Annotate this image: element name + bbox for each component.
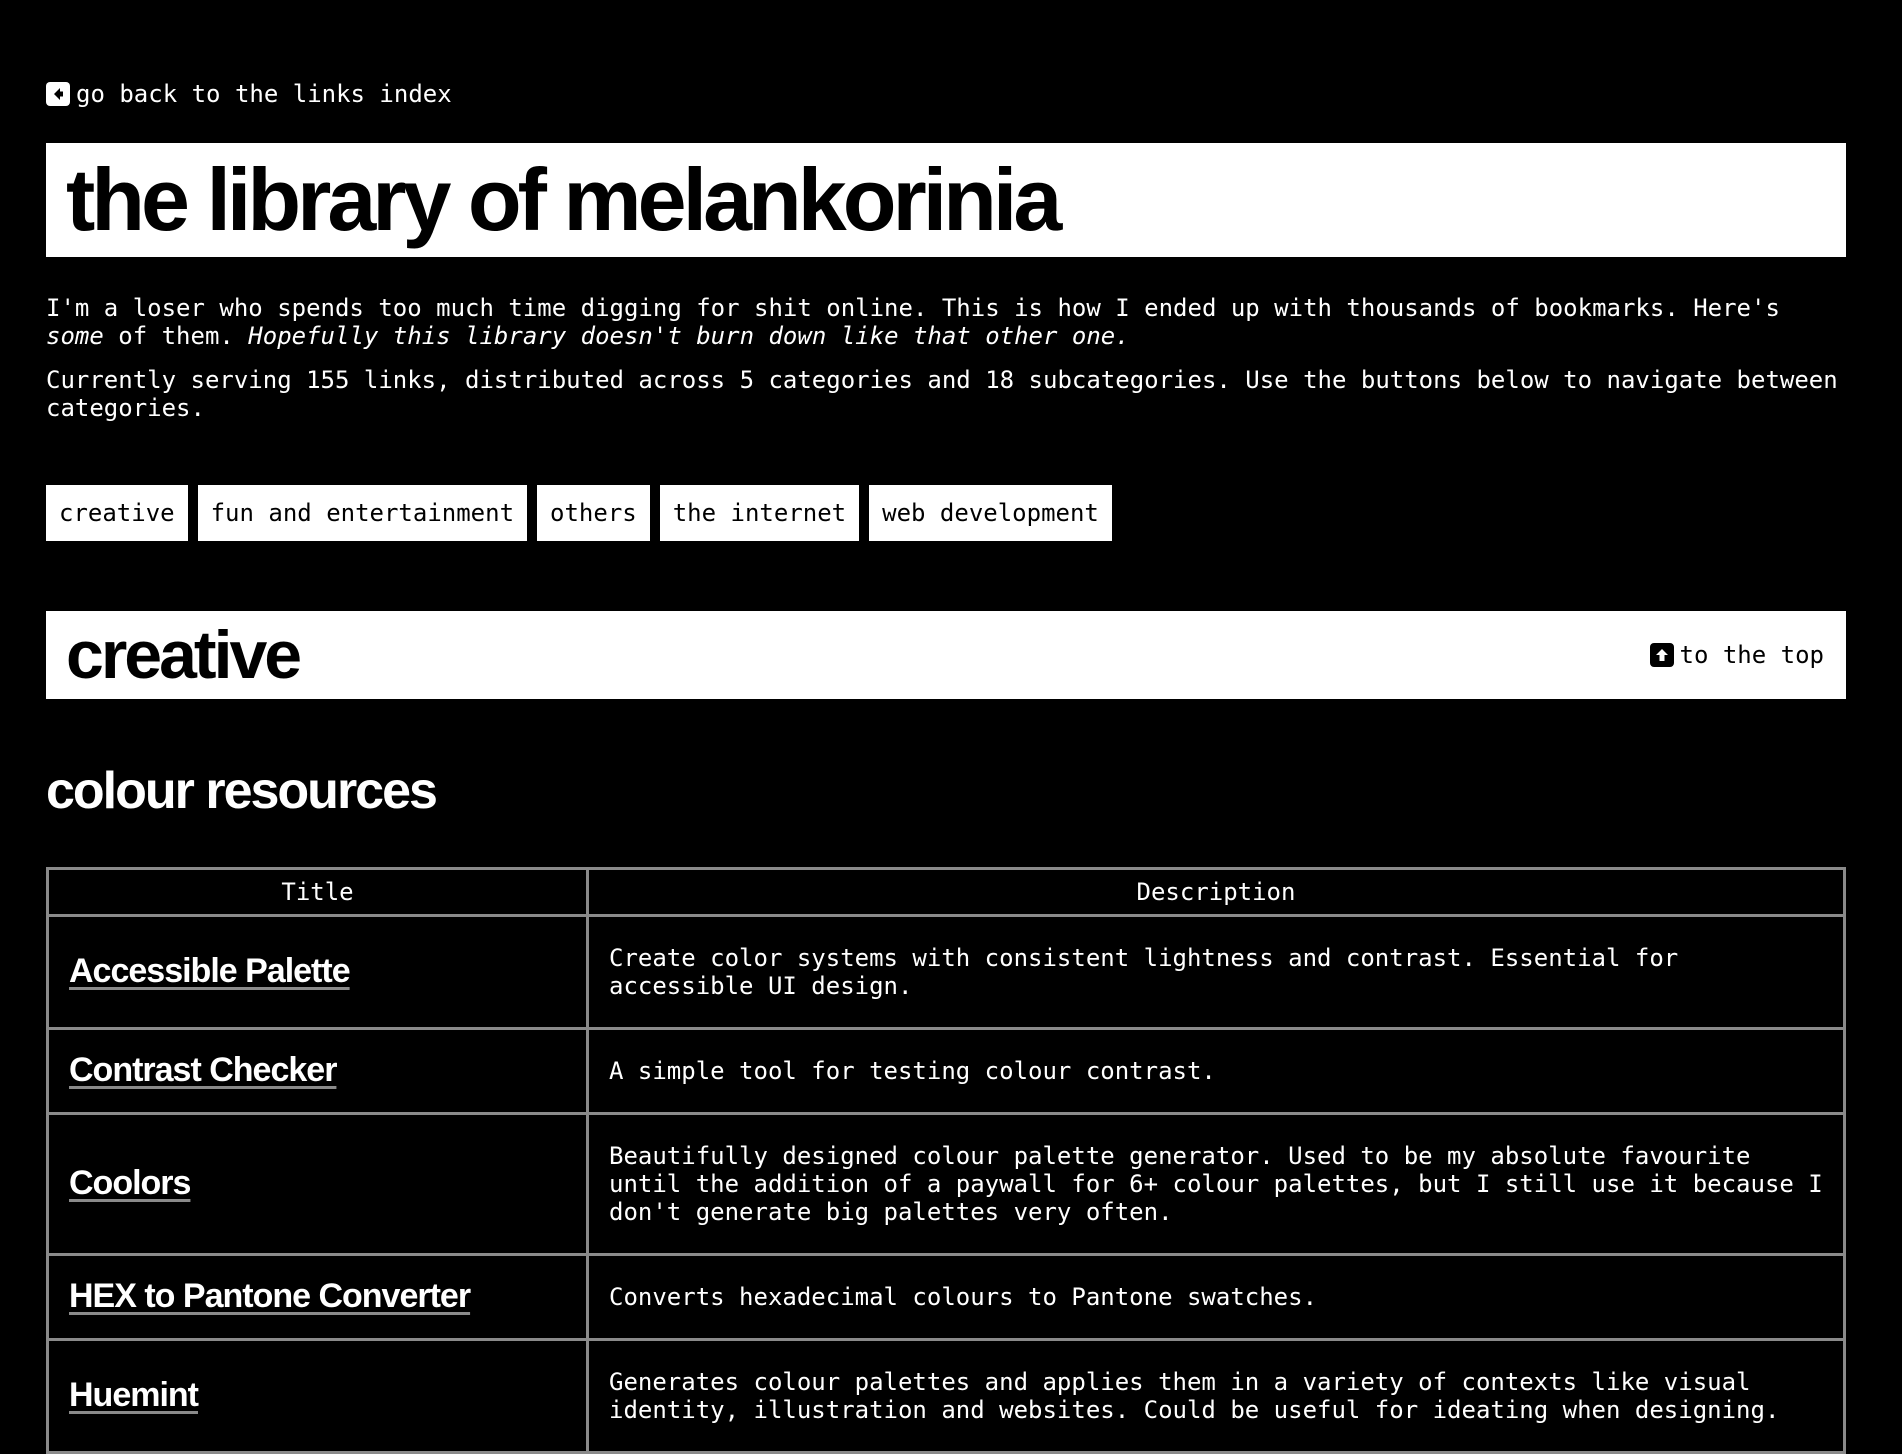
category-nav: creative fun and entertainment others th… [46, 485, 1112, 541]
arrow-up-square-icon [1649, 643, 1674, 667]
page-title: the library of melankorinia [66, 150, 1062, 249]
intro-text-2: of them. [103, 322, 249, 350]
row-description: A simple tool for testing colour contras… [586, 1027, 1846, 1115]
intro-emphasis-some: some [46, 322, 104, 350]
link-title[interactable]: HEX to Pantone Converter [69, 1277, 471, 1315]
row-title-cell: Accessible Palette [46, 914, 589, 1030]
category-button-creative[interactable]: creative [46, 485, 188, 541]
table-row: HEX to Pantone Converter Converts hexade… [46, 1253, 1846, 1341]
row-title-cell: HEX to Pantone Converter [46, 1253, 589, 1341]
intro-emphasis-library: Hopefully this library doesn't burn down… [248, 322, 1130, 350]
to-the-top-label: to the top [1679, 641, 1825, 669]
table-row: Accessible Palette Create color systems … [46, 914, 1846, 1030]
row-description: Beautifully designed colour palette gene… [586, 1112, 1846, 1256]
links-table: Title Description Accessible Palette Cre… [46, 867, 1846, 1454]
link-title[interactable]: Accessible Palette [69, 952, 351, 990]
category-button-web-development[interactable]: web development [869, 485, 1112, 541]
intro-paragraph: I'm a loser who spends too much time dig… [46, 294, 1846, 350]
row-title-cell: Contrast Checker [46, 1027, 589, 1115]
link-title[interactable]: Contrast Checker [69, 1051, 337, 1089]
stats-paragraph: Currently serving 155 links, distributed… [46, 366, 1838, 422]
table-row: Contrast Checker A simple tool for testi… [46, 1027, 1846, 1115]
subcategory-title: colour resources [46, 762, 438, 820]
table-row: Coolors Beautifully designed colour pale… [46, 1112, 1846, 1256]
to-the-top-link[interactable]: to the top [1649, 641, 1825, 669]
link-title[interactable]: Coolors [69, 1164, 191, 1202]
category-title: creative [66, 617, 302, 693]
category-button-others[interactable]: others [537, 485, 650, 541]
back-link-label: go back to the links index [76, 80, 452, 108]
row-description: Create color systems with consistent lig… [586, 914, 1846, 1030]
column-header-description: Description [586, 867, 1846, 917]
page-title-banner: the library of melankorinia [46, 143, 1846, 257]
category-button-fun-and-entertainment[interactable]: fun and entertainment [197, 485, 528, 541]
category-button-the-internet[interactable]: the internet [659, 485, 860, 541]
link-title[interactable]: Huemint [69, 1376, 199, 1414]
row-title-cell: Coolors [46, 1112, 589, 1256]
intro-text-1: I'm a loser who spends too much time dig… [46, 294, 1780, 322]
table-header-row: Title Description [46, 867, 1846, 917]
arrow-left-square-icon [46, 82, 70, 106]
row-description: Converts hexadecimal colours to Pantone … [586, 1253, 1846, 1341]
category-section-header: creative to the top [46, 611, 1846, 699]
column-header-title: Title [46, 867, 589, 917]
back-to-links-index-link[interactable]: go back to the links index [46, 80, 452, 108]
